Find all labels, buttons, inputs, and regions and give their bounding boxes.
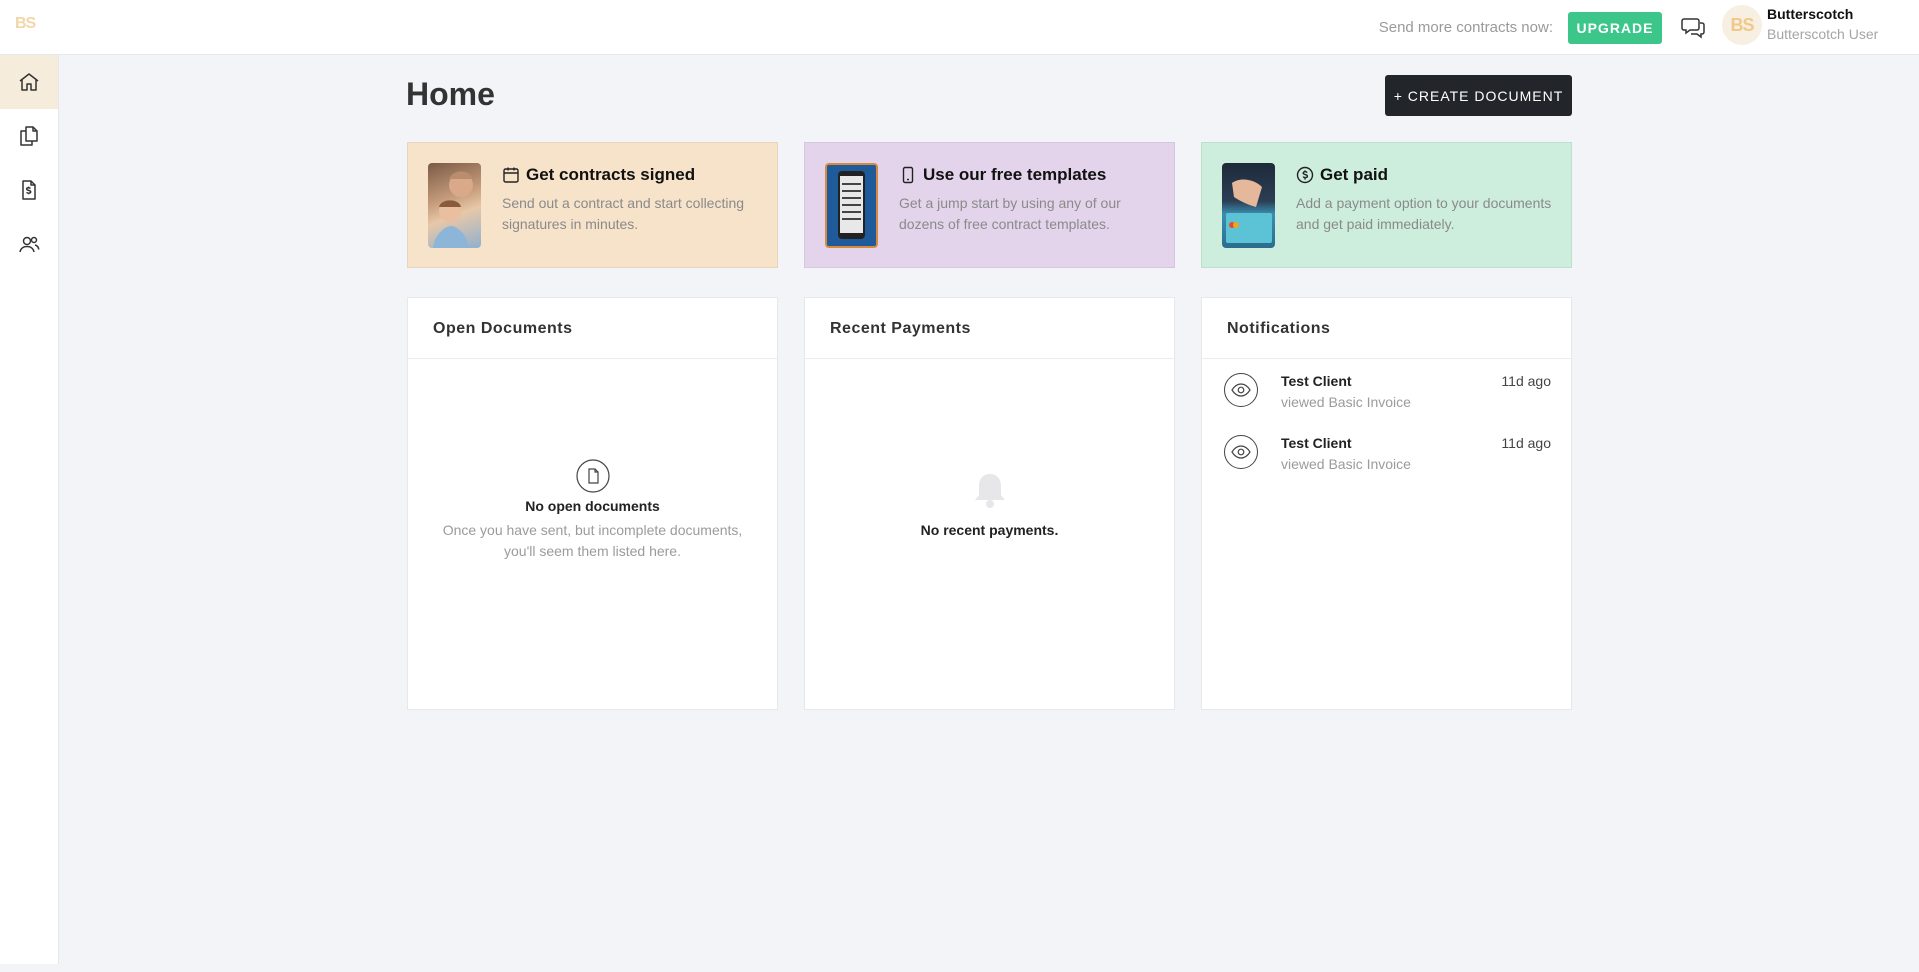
open-documents-panel: Open Documents No open documents Once yo… [407,297,778,710]
sidebar-item-documents[interactable] [0,109,58,163]
empty-state-title: No open documents [525,498,660,514]
top-bar: BS Send more contracts now: UPGRADE BS B… [0,0,1919,55]
sidebar-item-home[interactable] [0,55,58,109]
user-name[interactable]: Butterscotch [1767,6,1853,22]
sidebar-item-contacts[interactable] [0,217,58,271]
brand-logo[interactable]: BS [15,15,36,33]
upgrade-promo-text: Send more contracts now: [1378,19,1553,36]
user-avatar[interactable]: BS [1722,5,1762,45]
panel-header: Recent Payments [805,298,1174,359]
calendar-icon [503,167,519,183]
panel-title: Open Documents [433,320,573,337]
promo-card-title: Get contracts signed [526,165,696,184]
promo-card-templates[interactable]: Use our free templates Get a jump start … [804,142,1175,268]
promo-card-title: Use our free templates [923,165,1107,184]
notification-action: viewed Basic Invoice [1281,394,1411,410]
home-icon [19,73,39,91]
contacts-icon [19,236,40,253]
promo-image [428,163,481,248]
panel-title: Recent Payments [830,320,971,337]
create-document-button[interactable]: + CREATE DOCUMENT [1385,75,1572,116]
notification-time: 11d ago [1501,373,1551,389]
empty-state: No recent payments. [805,470,1174,538]
panel-header: Notifications [1202,298,1571,359]
documents-icon [20,126,38,146]
empty-state-description: Once you have sent, but incomplete docum… [442,522,743,559]
promo-card-title: Get paid [1320,165,1389,184]
bell-icon [974,474,1005,508]
promo-image [1222,163,1275,248]
promo-card-contracts[interactable]: Get contracts signed Send out a contract… [407,142,778,268]
empty-state-title: No recent payments. [920,522,1059,538]
eye-icon [1224,373,1258,407]
promo-card-description: Add a payment option to your documents a… [1296,195,1552,232]
notifications-panel: Notifications Test Client viewed Basic I… [1201,297,1572,710]
recent-payments-panel: Recent Payments No recent payments. [804,297,1175,710]
eye-icon [1224,435,1258,469]
panel-header: Open Documents [408,298,777,359]
sidebar [0,55,59,964]
phone-icon [902,166,914,184]
promo-image [825,163,878,248]
panel-title: Notifications [1227,320,1331,337]
invoice-icon [22,180,36,200]
page-title: Home [406,76,495,112]
document-icon [575,459,610,493]
empty-state: No open documents Once you have sent, bu… [408,459,777,562]
notification-name: Test Client [1281,373,1352,389]
promo-card-payments[interactable]: Get paid Add a payment option to your do… [1201,142,1572,268]
sidebar-item-invoices[interactable] [0,163,58,217]
promo-card-description: Get a jump start by using any of our doz… [899,195,1121,232]
dollar-icon [1296,166,1314,184]
chat-icon[interactable] [1680,14,1706,40]
notification-item[interactable]: Test Client viewed Basic Invoice 11d ago [1202,431,1571,487]
notification-name: Test Client [1281,435,1352,451]
notification-item[interactable]: Test Client viewed Basic Invoice 11d ago [1202,369,1571,425]
promo-card-description: Send out a contract and start collecting… [502,195,745,232]
user-role: Butterscotch User [1767,26,1879,42]
notification-time: 11d ago [1501,435,1551,451]
notification-action: viewed Basic Invoice [1281,456,1411,472]
upgrade-button[interactable]: UPGRADE [1568,12,1662,44]
